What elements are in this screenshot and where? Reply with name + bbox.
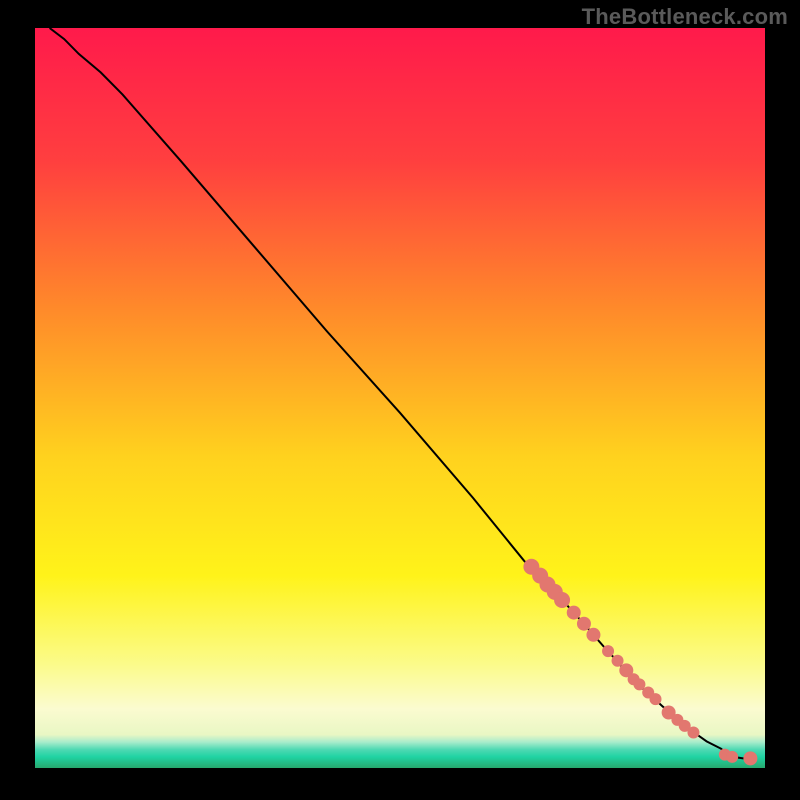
data-marker [554, 592, 570, 608]
data-marker [650, 693, 662, 705]
data-marker [602, 645, 614, 657]
chart-frame: TheBottleneck.com [0, 0, 800, 800]
data-marker [586, 628, 600, 642]
data-marker [633, 678, 645, 690]
plot-area [35, 28, 765, 768]
data-marker [726, 751, 738, 763]
gradient-background [35, 28, 765, 768]
plot-svg [35, 28, 765, 768]
data-marker [612, 655, 624, 667]
data-marker [687, 726, 699, 738]
data-marker [567, 606, 581, 620]
watermark-text: TheBottleneck.com [582, 4, 788, 30]
data-marker [577, 617, 591, 631]
data-marker [743, 751, 757, 765]
